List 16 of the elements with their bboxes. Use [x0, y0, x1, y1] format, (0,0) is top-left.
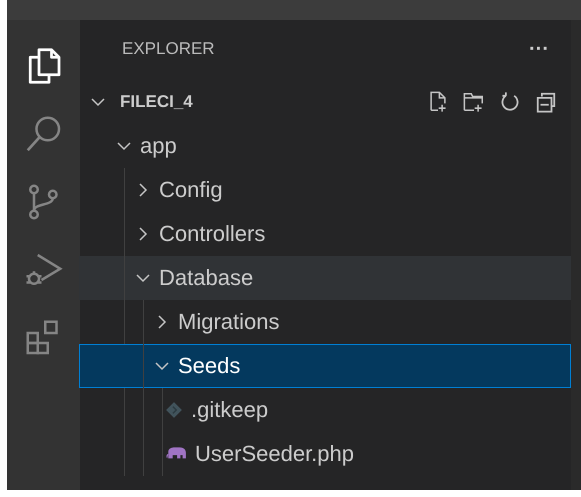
more-actions-button[interactable]: ··· — [529, 38, 549, 60]
workspace-header[interactable]: FILECI_4 — [80, 80, 571, 124]
tree-item[interactable]: Config — [79, 168, 571, 212]
tree-item[interactable]: .gitkeep — [79, 388, 571, 432]
tree-item[interactable]: Controllers — [79, 212, 571, 256]
tree-item[interactable]: Migrations — [79, 300, 571, 344]
scrollbar[interactable] — [571, 20, 581, 490]
tree-item[interactable]: app — [79, 124, 571, 168]
tree-item[interactable]: Seeds — [79, 344, 571, 388]
sidebar-title: EXPLORER — [122, 39, 215, 59]
refresh-icon[interactable] — [499, 91, 521, 113]
diamond-icon — [165, 401, 183, 419]
collapse-all-icon[interactable] — [535, 91, 557, 113]
tree-item[interactable]: Database — [79, 256, 571, 300]
tree-item[interactable]: UserSeeder.php — [79, 432, 571, 476]
new-folder-icon[interactable] — [463, 91, 485, 113]
